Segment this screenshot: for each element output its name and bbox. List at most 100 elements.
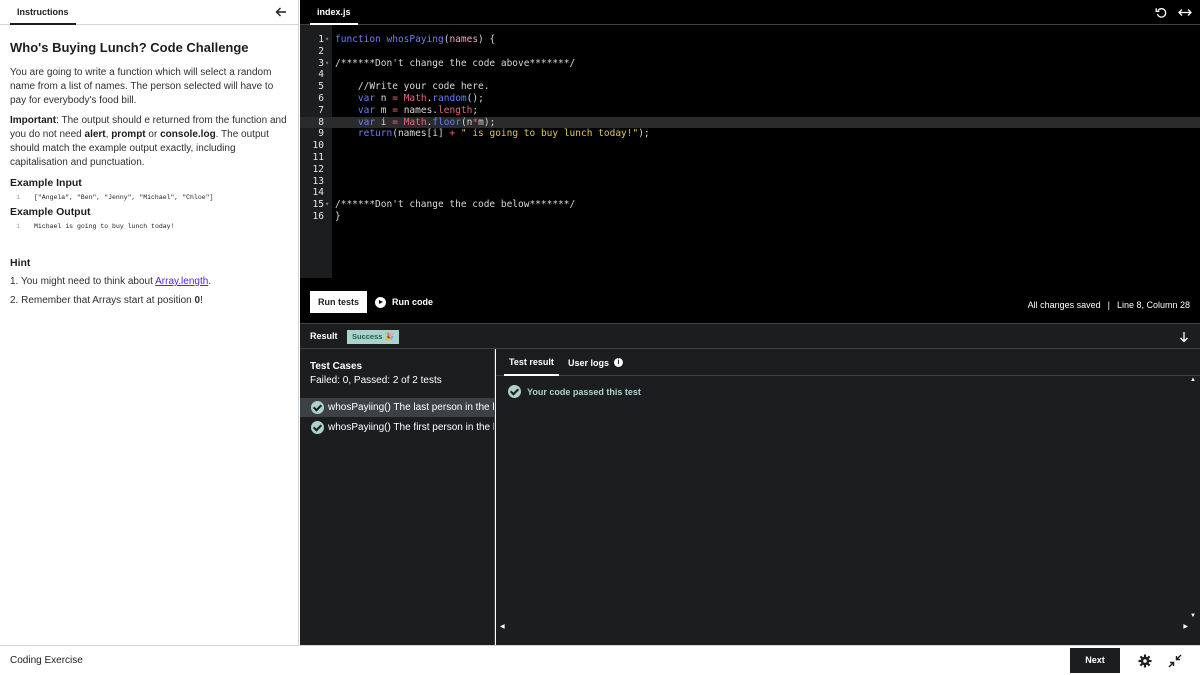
tab-user-logs[interactable]: User logs i bbox=[563, 349, 628, 376]
line-number: 2 bbox=[318, 45, 324, 57]
instructions-pane: Instructions Who's Buying Lunch? Code Ch… bbox=[0, 0, 299, 645]
line-number: 8 bbox=[318, 116, 324, 128]
arrow-down-icon[interactable] bbox=[1178, 331, 1190, 343]
gear-icon[interactable] bbox=[1138, 654, 1152, 668]
scroll-down-icon[interactable]: ▼ bbox=[1190, 613, 1196, 619]
reset-icon[interactable] bbox=[1155, 6, 1168, 19]
test-cases-summary: Failed: 0, Passed: 2 of 2 tests bbox=[310, 375, 442, 386]
editor-action-bar: Run tests Run code All changes saved | Lin… bbox=[300, 278, 1200, 323]
code-area[interactable]: 1 ▾ function whosPaying(names) { 2 3 ▾/****… bbox=[300, 34, 1200, 223]
arrow-left-icon[interactable] bbox=[274, 5, 288, 19]
code-line-active: 8 var i = Math.floor(n*m); bbox=[300, 116, 1200, 129]
footer-title: Coding Exercise bbox=[10, 655, 83, 666]
code-line: 4 bbox=[300, 69, 1200, 81]
result-label: Result bbox=[310, 331, 338, 341]
line-number: 13 bbox=[312, 175, 324, 187]
scroll-up-icon[interactable]: ▲ bbox=[1190, 377, 1196, 383]
code-line: 11 bbox=[300, 152, 1200, 164]
test-cases-title: Test Cases bbox=[310, 361, 363, 372]
hint-item-1: 1. You might need to think about Array.l… bbox=[10, 275, 288, 289]
code-text: return(names[i] + " is going to buy lunc… bbox=[357, 128, 650, 140]
line-number: 15 bbox=[312, 199, 324, 211]
test-cases-panel: Test Cases Failed: 0, Passed: 2 of 2 tes… bbox=[300, 349, 495, 645]
test-result-panel: Test result User logs i Your code passed… bbox=[496, 349, 1200, 645]
code-line: 7 var m = names.length; bbox=[300, 105, 1200, 117]
line-number: 9 bbox=[318, 128, 324, 140]
line-number: 3 bbox=[318, 57, 324, 69]
coding-exercise-page: Instructions Who's Buying Lunch? Code Ch… bbox=[0, 0, 1200, 675]
line-number: 1 bbox=[16, 222, 20, 230]
line-number: 4 bbox=[318, 69, 324, 81]
line-number: 14 bbox=[312, 187, 324, 199]
saved-status: All changes saved bbox=[1027, 300, 1101, 310]
fold-icon[interactable]: ▾ bbox=[325, 34, 329, 46]
check-circle-icon bbox=[508, 385, 521, 398]
hint-item-2: 2. Remember that Arrays start at positio… bbox=[10, 294, 288, 308]
check-circle-icon bbox=[311, 401, 324, 414]
run-code-button[interactable]: Run code bbox=[375, 295, 433, 309]
important-alert: alert bbox=[84, 129, 106, 140]
tab-index-js[interactable]: index.js bbox=[310, 0, 358, 25]
instructions-content: Who's Buying Lunch? Code Challenge You a… bbox=[0, 40, 298, 308]
line-number: 7 bbox=[318, 104, 324, 116]
line-number: 12 bbox=[312, 163, 324, 175]
tab-test-result[interactable]: Test result bbox=[504, 349, 559, 376]
run-code-label: Run code bbox=[392, 297, 434, 307]
play-icon bbox=[375, 296, 386, 308]
scroll-left-icon[interactable]: ◀ bbox=[500, 623, 505, 630]
code-line: 3 ▾ /******Don't change the code above****… bbox=[300, 58, 1200, 70]
cursor-position: Line 8, Column 28 bbox=[1116, 300, 1190, 310]
test-case-item[interactable]: whosPayiing() The first person in the li… bbox=[300, 418, 494, 437]
code-text: var n = Math.random(); bbox=[357, 92, 484, 104]
collapse-icon[interactable] bbox=[1168, 654, 1182, 668]
code-line: 6 var n = Math.random(); bbox=[300, 93, 1200, 105]
line-number: 10 bbox=[312, 140, 324, 152]
hint-1-period: . bbox=[208, 276, 212, 287]
important-prompt: prompt bbox=[111, 129, 146, 140]
important-paragraph: Important: The output should e returned … bbox=[10, 114, 288, 170]
code-line: 10 bbox=[300, 140, 1200, 152]
result-header: Result Success 🎉 bbox=[300, 323, 1200, 349]
test-case-item[interactable]: whosPayiing() The last person in the lis… bbox=[300, 398, 494, 417]
result-tabbar: Test result User logs i bbox=[496, 349, 1200, 376]
hint-2-exclaim: ! bbox=[200, 295, 203, 306]
important-label: Important bbox=[10, 115, 57, 126]
line-number: 6 bbox=[318, 92, 324, 104]
important-console-log: console.log bbox=[160, 129, 216, 140]
code-line: 1 ▾ function whosPaying(names) { bbox=[300, 34, 1200, 46]
code-text: } bbox=[335, 210, 341, 222]
intro-paragraph: You are going to write a function which … bbox=[10, 67, 274, 106]
footer-bar: Coding Exercise Next bbox=[0, 645, 1200, 675]
line-number: 11 bbox=[312, 151, 324, 163]
expand-horizontal-icon[interactable] bbox=[1178, 6, 1192, 19]
editor-tabbar: index.js bbox=[300, 0, 1200, 25]
status-badge: Success 🎉 bbox=[347, 330, 399, 344]
code-text: var m = names.length; bbox=[357, 104, 479, 116]
passed-message: Your code passed this test bbox=[508, 385, 641, 398]
code-text: function whosPaying(names) { bbox=[335, 34, 496, 45]
editor-status: All changes saved | Line 8, Column 28 bbox=[1028, 299, 1190, 311]
instructions-tabbar: Instructions bbox=[0, 0, 298, 25]
example-output-is: is bbox=[65, 222, 74, 230]
fold-icon[interactable]: ▾ bbox=[325, 199, 329, 211]
run-tests-button[interactable]: Run tests bbox=[310, 291, 368, 313]
example-output-title: Example Output bbox=[10, 206, 91, 218]
code-line: 16} bbox=[300, 211, 1200, 223]
line-number: 5 bbox=[318, 81, 324, 93]
example-output-name: Michael bbox=[34, 222, 62, 230]
example-output-code: 1 Michael is going to buy lunch today! bbox=[10, 220, 288, 232]
code-editor-panel: index.js 1 ▾ function whosPaying(names) { … bbox=[300, 0, 1200, 323]
tab-instructions[interactable]: Instructions bbox=[10, 0, 76, 25]
test-case-label: whosPayiing() The first person in the li… bbox=[328, 422, 494, 433]
code-text: var i = Math.floor(n*m); bbox=[357, 116, 496, 128]
array-length-link[interactable]: Array.length bbox=[155, 276, 208, 287]
check-circle-icon bbox=[311, 421, 324, 434]
code-line: 12 bbox=[300, 164, 1200, 176]
challenge-title: Who's Buying Lunch? Code Challenge bbox=[10, 40, 249, 55]
next-button[interactable]: Next bbox=[1070, 648, 1120, 673]
passed-message-text: Your code passed this test bbox=[527, 386, 641, 397]
example-input-text: ["Angela", "Ben", "Jenny", "Michael", "C… bbox=[34, 193, 214, 201]
scroll-right-icon[interactable]: ▶ bbox=[1183, 623, 1188, 630]
example-input-code: 1 ["Angela", "Ben", "Jenny", "Michael", … bbox=[10, 191, 288, 203]
fold-icon[interactable]: ▾ bbox=[325, 58, 329, 70]
